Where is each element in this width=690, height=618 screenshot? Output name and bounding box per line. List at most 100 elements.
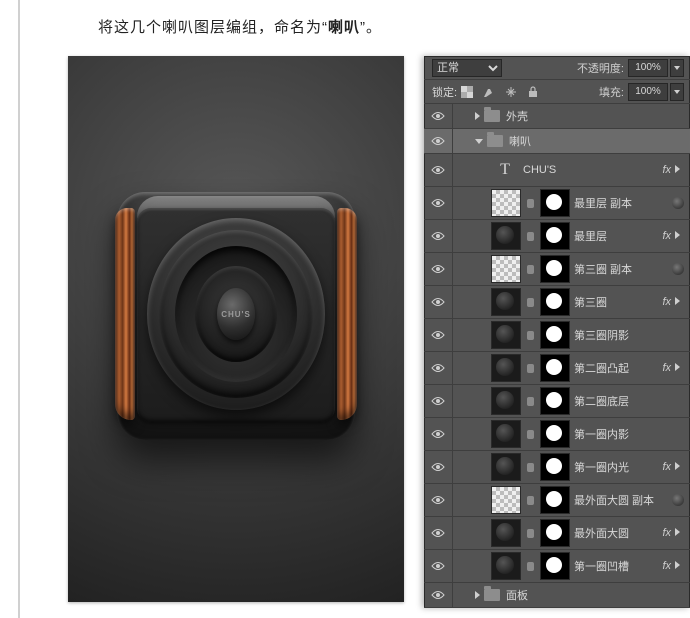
link-icon[interactable] bbox=[527, 199, 534, 208]
layer-mask-thumbnail[interactable] bbox=[540, 288, 570, 316]
layer-name[interactable]: 最外面大圆 bbox=[574, 525, 658, 541]
visibility-toggle[interactable] bbox=[424, 385, 453, 417]
layer-mask-thumbnail[interactable] bbox=[540, 486, 570, 514]
link-icon[interactable] bbox=[527, 265, 534, 274]
visibility-toggle[interactable] bbox=[424, 129, 453, 153]
link-icon[interactable] bbox=[527, 298, 534, 307]
link-icon[interactable] bbox=[527, 529, 534, 538]
layer-mask-thumbnail[interactable] bbox=[540, 222, 570, 250]
layer-name[interactable]: CHU'S bbox=[523, 164, 658, 176]
layer-row[interactable]: 第一圈凹槽 fx bbox=[424, 550, 690, 583]
disclosure-triangle-icon[interactable] bbox=[475, 591, 480, 599]
layer-fx-badge[interactable]: fx bbox=[662, 527, 671, 539]
link-icon[interactable] bbox=[527, 562, 534, 571]
layer-mask-thumbnail[interactable] bbox=[540, 420, 570, 448]
layer-name[interactable]: 第一圈凹槽 bbox=[574, 558, 658, 574]
visibility-toggle[interactable] bbox=[424, 187, 453, 219]
layer-name[interactable]: 第一圈内光 bbox=[574, 459, 658, 475]
layer-mask-thumbnail[interactable] bbox=[540, 519, 570, 547]
link-icon[interactable] bbox=[527, 232, 534, 241]
layer-fx-badge[interactable]: fx bbox=[662, 560, 671, 572]
layer-row[interactable]: 第二圈底层 bbox=[424, 385, 690, 418]
layer-fx-badge[interactable]: fx bbox=[662, 362, 671, 374]
link-icon[interactable] bbox=[527, 463, 534, 472]
layer-name[interactable]: 喇叭 bbox=[509, 133, 684, 149]
fx-expand-icon[interactable] bbox=[675, 164, 684, 176]
layer-mask-thumbnail[interactable] bbox=[540, 321, 570, 349]
opacity-arrow-button[interactable] bbox=[670, 59, 684, 77]
layer-name[interactable]: 第三圈 副本 bbox=[574, 261, 668, 277]
layer-row[interactable]: 第二圈凸起 fx bbox=[424, 352, 690, 385]
lock-pixels-icon[interactable] bbox=[483, 86, 495, 98]
layer-mask-thumbnail[interactable] bbox=[540, 387, 570, 415]
group-speaker[interactable]: 喇叭 bbox=[424, 129, 690, 154]
layer-row[interactable]: 最外面大圆 fx bbox=[424, 517, 690, 550]
layer-mask-thumbnail[interactable] bbox=[540, 552, 570, 580]
layer-row[interactable]: 第三圈 副本 bbox=[424, 253, 690, 286]
layer-fx-badge[interactable]: fx bbox=[662, 230, 671, 242]
layer-row[interactable]: 第一圈内影 bbox=[424, 418, 690, 451]
fx-expand-icon[interactable] bbox=[675, 560, 684, 572]
lock-all-icon[interactable] bbox=[527, 86, 539, 98]
visibility-toggle[interactable] bbox=[424, 517, 453, 549]
layer-fx-badge[interactable]: fx bbox=[662, 164, 671, 176]
layer-fx-badge[interactable]: fx bbox=[662, 296, 671, 308]
link-icon[interactable] bbox=[527, 331, 534, 340]
layer-mask-thumbnail[interactable] bbox=[540, 189, 570, 217]
fx-expand-icon[interactable] bbox=[675, 362, 684, 374]
fx-expand-icon[interactable] bbox=[675, 527, 684, 539]
layer-name[interactable]: 最里层 bbox=[574, 228, 658, 244]
lock-transparency-icon[interactable] bbox=[461, 86, 473, 98]
visibility-toggle[interactable] bbox=[424, 253, 453, 285]
layer-name[interactable]: 第三圈 bbox=[574, 294, 658, 310]
link-icon[interactable] bbox=[527, 430, 534, 439]
layer-name[interactable]: 外壳 bbox=[506, 108, 684, 124]
group-panel[interactable]: 面板 bbox=[424, 583, 690, 608]
blend-mode-select[interactable]: 正常 bbox=[432, 59, 502, 77]
visibility-toggle[interactable] bbox=[424, 352, 453, 384]
layer-mask-thumbnail[interactable] bbox=[540, 354, 570, 382]
layer-mask-thumbnail[interactable] bbox=[540, 453, 570, 481]
fx-expand-icon[interactable] bbox=[675, 461, 684, 473]
layer-name[interactable]: 第二圈凸起 bbox=[574, 360, 658, 376]
link-icon[interactable] bbox=[527, 364, 534, 373]
eye-icon bbox=[431, 111, 445, 121]
link-icon[interactable] bbox=[527, 496, 534, 505]
layer-row[interactable]: TCHU'Sfx bbox=[424, 154, 690, 187]
visibility-toggle[interactable] bbox=[424, 484, 453, 516]
lock-position-icon[interactable] bbox=[505, 86, 517, 98]
fx-expand-icon[interactable] bbox=[675, 230, 684, 242]
layer-row[interactable]: 最里层 副本 bbox=[424, 187, 690, 220]
layer-row[interactable]: 第三圈阴影 bbox=[424, 319, 690, 352]
layer-mask-thumbnail[interactable] bbox=[540, 255, 570, 283]
disclosure-triangle-icon[interactable] bbox=[475, 139, 483, 144]
opacity-value[interactable]: 100% bbox=[628, 59, 668, 77]
layer-row[interactable]: 最里层 fx bbox=[424, 220, 690, 253]
fx-expand-icon[interactable] bbox=[675, 296, 684, 308]
layer-fx-badge[interactable]: fx bbox=[662, 461, 671, 473]
visibility-toggle[interactable] bbox=[424, 583, 453, 607]
layer-name[interactable]: 第三圈阴影 bbox=[574, 327, 684, 343]
visibility-toggle[interactable] bbox=[424, 220, 453, 252]
link-icon[interactable] bbox=[527, 397, 534, 406]
fill-arrow-button[interactable] bbox=[670, 83, 684, 101]
layer-name[interactable]: 最外面大圆 副本 bbox=[574, 492, 668, 508]
group-shell[interactable]: 外壳 bbox=[424, 104, 690, 129]
layer-name[interactable]: 第二圈底层 bbox=[574, 393, 684, 409]
layer-row[interactable]: 第三圈 fx bbox=[424, 286, 690, 319]
visibility-toggle[interactable] bbox=[424, 451, 453, 483]
visibility-toggle[interactable] bbox=[424, 550, 453, 582]
layer-row[interactable]: 第一圈内光 fx bbox=[424, 451, 690, 484]
layer-name[interactable]: 最里层 副本 bbox=[574, 195, 668, 211]
visibility-toggle[interactable] bbox=[424, 418, 453, 450]
visibility-toggle[interactable] bbox=[424, 286, 453, 318]
visibility-toggle[interactable] bbox=[424, 154, 453, 186]
fill-value[interactable]: 100% bbox=[628, 83, 668, 101]
layer-row[interactable]: 最外面大圆 副本 bbox=[424, 484, 690, 517]
layer-name[interactable]: 面板 bbox=[506, 587, 684, 603]
layers-list[interactable]: 外壳 喇叭 TCHU'Sfx最里层 副本最里层fx第三圈 副本第三圈fx第三圈阴… bbox=[424, 104, 690, 608]
visibility-toggle[interactable] bbox=[424, 104, 453, 128]
layer-name[interactable]: 第一圈内影 bbox=[574, 426, 684, 442]
visibility-toggle[interactable] bbox=[424, 319, 453, 351]
disclosure-triangle-icon[interactable] bbox=[475, 112, 480, 120]
